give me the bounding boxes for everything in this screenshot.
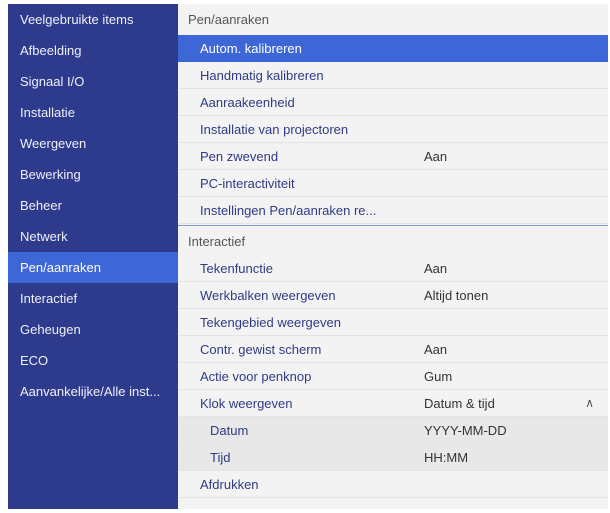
- menu-row-value: Aan: [424, 149, 448, 164]
- menu-row-value: HH:MM: [424, 450, 469, 465]
- sidebar-item-geheugen[interactable]: Geheugen: [8, 314, 178, 345]
- sidebar-item-installatie[interactable]: Installatie: [8, 97, 178, 128]
- menu-row-klok-weergeven[interactable]: Klok weergeven Datum & tijd ∧: [178, 390, 608, 417]
- menu-row-label: Aanraakeenheid: [200, 95, 295, 110]
- menu-row-label: Klok weergeven: [200, 396, 293, 411]
- menu-row-label: Datum: [210, 423, 249, 438]
- menu-row-installatie-van-projectoren[interactable]: Installatie van projectoren: [178, 116, 608, 143]
- sidebar-item-netwerk[interactable]: Netwerk: [8, 221, 178, 252]
- sidebar-item-signaal-i-o[interactable]: Signaal I/O: [8, 66, 178, 97]
- menu-row-label: Pen zwevend: [200, 149, 279, 164]
- menu-row-label: Installatie van projectoren: [200, 122, 349, 137]
- menu-row-value: Aan: [424, 342, 448, 357]
- main-panel: Pen/aanraken Autom. kalibreren Handmatig k…: [178, 4, 608, 509]
- menu-row-tekengebied-weergeven[interactable]: Tekengebied weergeven: [178, 309, 608, 336]
- menu-row-aanraakeenheid[interactable]: Aanraakeenheid: [178, 89, 608, 116]
- menu-row-werkbalken-weergeven[interactable]: Werkbalken weergeven Altijd tonen: [178, 282, 608, 309]
- section-divider: [178, 225, 608, 226]
- menu-row-label: Instellingen Pen/aanraken re...: [200, 203, 377, 218]
- sidebar-item-bewerking[interactable]: Bewerking: [8, 159, 178, 190]
- menu-row-autom-kalibreren[interactable]: Autom. kalibreren: [178, 35, 608, 62]
- menu-row-contr-gewist-scherm[interactable]: Contr. gewist scherm Aan: [178, 336, 608, 363]
- menu-row-label: Contr. gewist scherm: [200, 342, 322, 357]
- section-header-interactief: Interactief: [188, 234, 246, 249]
- chevron-up-icon[interactable]: ∧: [585, 390, 594, 417]
- sidebar-item-aanvankelijke-alle-inst[interactable]: Aanvankelijke/Alle inst...: [8, 376, 178, 407]
- menu-row-tijd[interactable]: Tijd HH:MM: [178, 444, 608, 471]
- menu-row-label: Afdrukken: [200, 477, 259, 492]
- menu-row-label: Werkbalken weergeven: [200, 288, 336, 303]
- menu-row-pen-zwevend[interactable]: Pen zwevend Aan: [178, 143, 608, 170]
- menu-row-handmatig-kalibreren[interactable]: Handmatig kalibreren: [178, 62, 608, 89]
- menu-row-value: Altijd tonen: [424, 288, 489, 303]
- sidebar-item-afbeelding[interactable]: Afbeelding: [8, 35, 178, 66]
- menu-row-label: Tijd: [210, 450, 231, 465]
- menu-row-tekenfunctie[interactable]: Tekenfunctie Aan: [178, 255, 608, 282]
- sidebar-item-eco[interactable]: ECO: [8, 345, 178, 376]
- sidebar-item-veelgebruikte-items[interactable]: Veelgebruikte items: [8, 4, 178, 35]
- sidebar: Veelgebruikte items Afbeelding Signaal I/O…: [8, 4, 178, 509]
- sidebar-item-weergeven[interactable]: Weergeven: [8, 128, 178, 159]
- section-header-pen-aanraken: Pen/aanraken: [188, 12, 269, 27]
- sidebar-item-beheer[interactable]: Beheer: [8, 190, 178, 221]
- menu-row-instellingen-pen-aanraken-re[interactable]: Instellingen Pen/aanraken re...: [178, 197, 608, 224]
- menu-row-datum[interactable]: Datum YYYY-MM-DD: [178, 417, 608, 444]
- menu-row-value: Gum: [424, 369, 453, 384]
- menu-row-value: Datum & tijd: [424, 396, 495, 411]
- menu-row-label: Tekengebied weergeven: [200, 315, 341, 330]
- menu-row-actie-voor-penknop[interactable]: Actie voor penknop Gum: [178, 363, 608, 390]
- sidebar-item-pen-aanraken[interactable]: Pen/aanraken: [8, 252, 178, 283]
- menu-row-label: Tekenfunctie: [200, 261, 273, 276]
- menu-row-label: Handmatig kalibreren: [200, 68, 324, 83]
- menu-row-afdrukken[interactable]: Afdrukken: [178, 471, 608, 498]
- menu-row-label: Autom. kalibreren: [200, 41, 302, 56]
- menu-row-value: YYYY-MM-DD: [424, 423, 507, 438]
- menu-row-value: Aan: [424, 261, 448, 276]
- menu-row-label: PC-interactiviteit: [200, 176, 295, 191]
- sidebar-item-interactief[interactable]: Interactief: [8, 283, 178, 314]
- menu-row-label: Actie voor penknop: [200, 369, 312, 384]
- menu-row-pc-interactiviteit[interactable]: PC-interactiviteit: [178, 170, 608, 197]
- projector-menu-screen: Veelgebruikte items Afbeelding Signaal I/O…: [8, 4, 608, 509]
